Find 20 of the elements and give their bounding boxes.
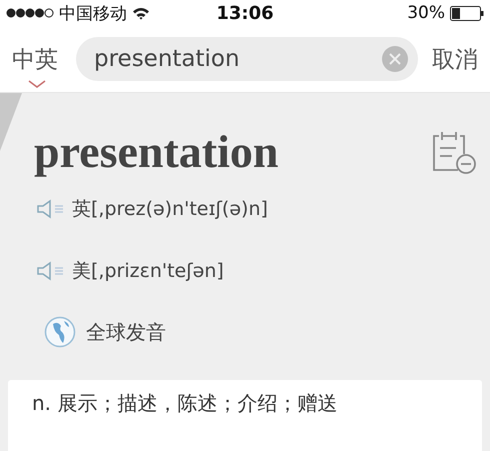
speaker-icon[interactable] <box>36 261 66 281</box>
battery-percent: 30% <box>407 3 445 23</box>
search-field[interactable]: presentation <box>76 37 418 81</box>
signal-icon <box>6 8 54 18</box>
headword: presentation <box>34 125 278 178</box>
clear-icon[interactable] <box>382 46 408 72</box>
phonetic-text: 美[,prizɛn'teʃən] <box>72 259 224 284</box>
globe-icon[interactable] <box>44 316 76 348</box>
clock: 13:06 <box>216 2 274 24</box>
definition-text: n. 展示；描述，陈述；介绍；赠送 <box>32 390 338 417</box>
cancel-button[interactable]: 取消 <box>432 44 478 74</box>
speaker-icon[interactable] <box>36 199 66 219</box>
global-pronunciation-link[interactable]: 全球发音 <box>86 318 166 346</box>
phonetic-text: 英[,prez(ə)n'teɪʃ(ə)n] <box>72 197 268 222</box>
battery-icon <box>450 6 484 20</box>
slash-decoration <box>0 93 22 151</box>
wifi-icon <box>132 6 150 20</box>
caret-icon <box>28 80 46 88</box>
carrier-name: 中国移动 <box>59 2 127 24</box>
language-selector[interactable]: 中英 <box>12 44 58 74</box>
